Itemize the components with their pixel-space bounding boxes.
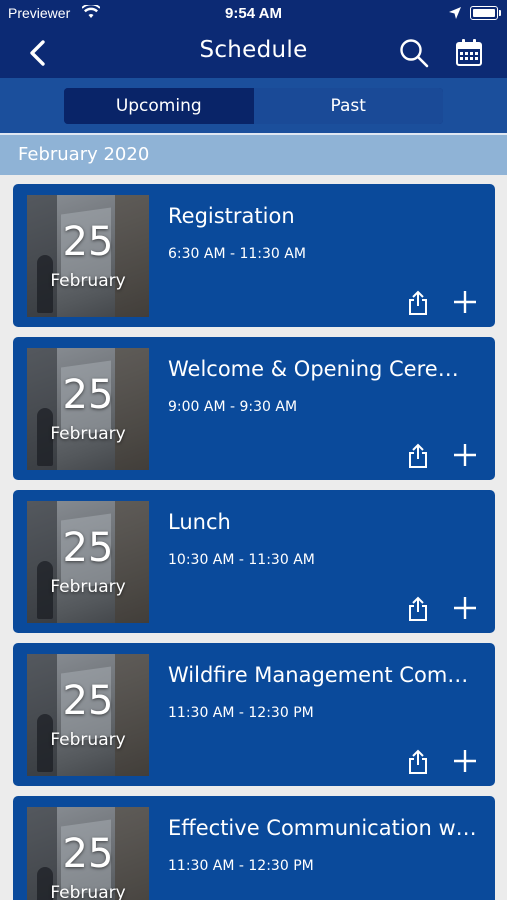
event-card[interactable]: 25 February Welcome & Opening Ceremony 9… [13, 337, 495, 480]
battery-tip [499, 10, 501, 16]
tab-past[interactable]: Past [253, 88, 443, 124]
add-icon[interactable] [453, 290, 477, 314]
event-time: 11:30 AM - 12:30 PM [168, 705, 314, 721]
event-thumbnail: 25 February [27, 654, 149, 776]
event-day: 25 [62, 831, 114, 877]
share-icon[interactable] [407, 443, 429, 469]
battery-icon [470, 6, 498, 20]
event-title: Registration [168, 204, 295, 228]
location-arrow-icon [449, 7, 461, 19]
event-title: Wildfire Management Committee [168, 663, 478, 687]
event-card[interactable]: 25 February Lunch 10:30 AM - 11:30 AM [13, 490, 495, 633]
event-time: 10:30 AM - 11:30 AM [168, 552, 315, 568]
add-icon[interactable] [453, 596, 477, 620]
page-title: Schedule [199, 37, 308, 63]
share-icon[interactable] [407, 596, 429, 622]
event-day: 25 [62, 525, 114, 571]
event-thumbnail: 25 February [27, 501, 149, 623]
event-month: February [50, 424, 126, 444]
event-title: Effective Communication with [168, 816, 478, 840]
tab-upcoming[interactable]: Upcoming [64, 88, 254, 124]
event-day: 25 [62, 372, 114, 418]
event-card[interactable]: 25 February Wildfire Management Committe… [13, 643, 495, 786]
event-title: Lunch [168, 510, 231, 534]
event-day: 25 [62, 678, 114, 724]
status-bar: Previewer 9:54 AM [0, 0, 507, 28]
share-icon[interactable] [407, 290, 429, 316]
event-title: Welcome & Opening Ceremony [168, 357, 478, 381]
event-thumbnail: 25 February [27, 348, 149, 470]
event-day: 25 [62, 219, 114, 265]
event-card[interactable]: 25 February Registration 6:30 AM - 11:30… [13, 184, 495, 327]
navigation-bar: Schedule [0, 28, 507, 78]
event-month: February [50, 577, 126, 597]
event-month: February [50, 883, 126, 900]
segment-control-bar: Upcoming Past [0, 78, 507, 133]
add-icon[interactable] [453, 443, 477, 467]
event-time: 11:30 AM - 12:30 PM [168, 858, 314, 874]
clock: 9:54 AM [225, 5, 282, 22]
search-icon[interactable] [398, 37, 430, 69]
event-time: 9:00 AM - 9:30 AM [168, 399, 298, 415]
month-section-header: February 2020 [0, 135, 507, 175]
share-icon[interactable] [407, 749, 429, 775]
event-thumbnail: 25 February [27, 195, 149, 317]
add-icon[interactable] [453, 749, 477, 773]
event-thumbnail: 25 February [27, 807, 149, 900]
event-month: February [50, 730, 126, 750]
calendar-icon[interactable] [454, 38, 484, 68]
event-time: 6:30 AM - 11:30 AM [168, 246, 306, 262]
segmented-control: Upcoming Past [64, 88, 443, 124]
event-month: February [50, 271, 126, 291]
event-card[interactable]: 25 February Effective Communication with… [13, 796, 495, 900]
